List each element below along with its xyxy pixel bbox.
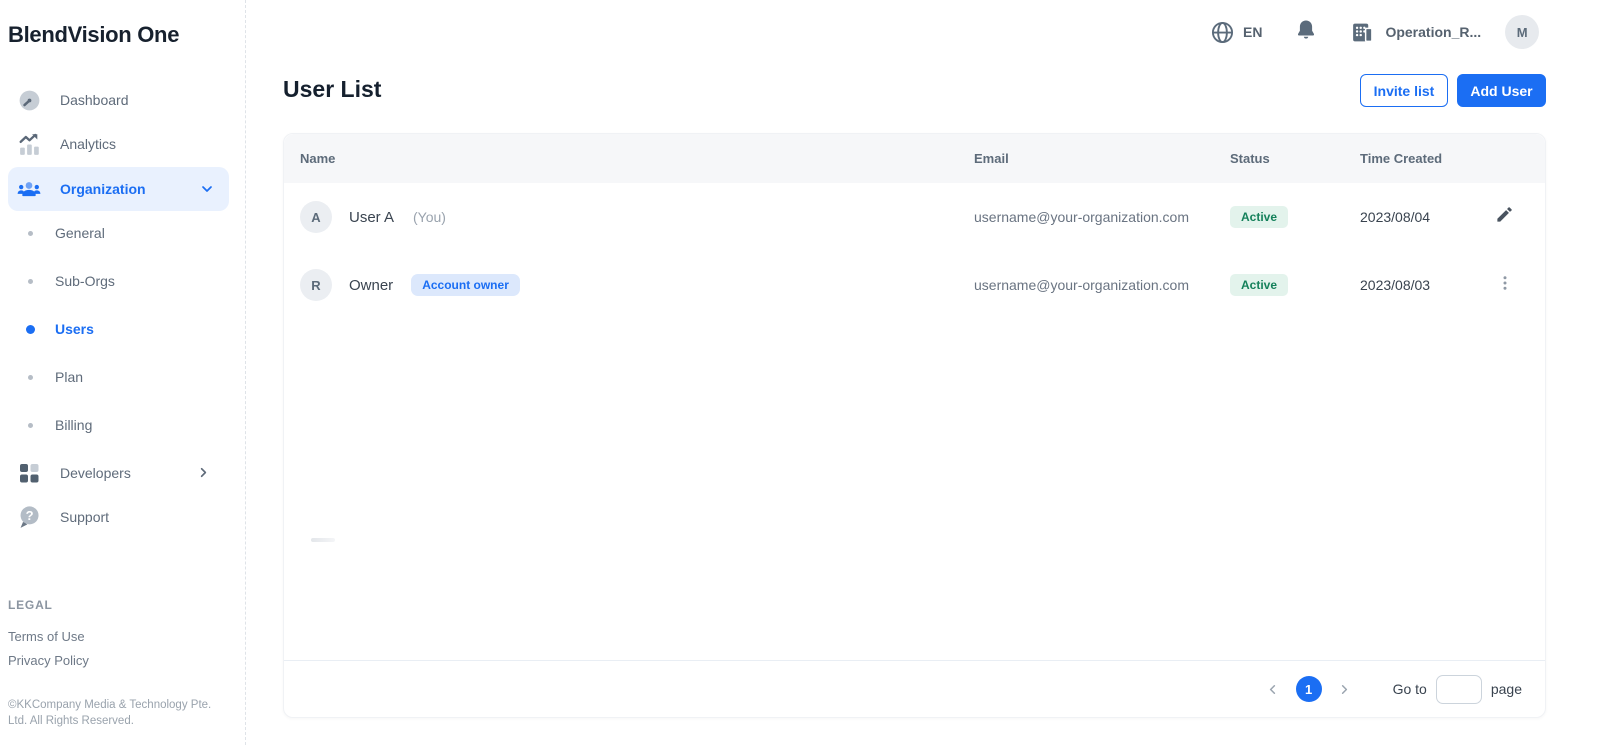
sidebar-label-dashboard: Dashboard — [60, 92, 129, 108]
app-logo: BlendVision One — [8, 22, 179, 48]
user-email: username@your-organization.com — [974, 209, 1230, 225]
sidebar-item-support[interactable]: ? Support — [0, 495, 246, 539]
goto-label: Go to — [1393, 681, 1427, 697]
sidebar-item-analytics[interactable]: Analytics — [0, 122, 246, 166]
chevron-right-icon — [196, 465, 211, 485]
sidebar-item-users[interactable]: Users — [0, 307, 246, 351]
column-header-email: Email — [974, 151, 1230, 166]
bullet-icon — [26, 325, 35, 334]
sidebar-item-sub-orgs[interactable]: Sub-Orgs — [0, 259, 246, 303]
legal-heading: LEGAL — [8, 598, 53, 612]
next-page-button[interactable] — [1333, 677, 1357, 701]
sidebar-label-analytics: Analytics — [60, 136, 116, 152]
globe-icon — [1210, 20, 1235, 45]
status-badge: Active — [1230, 206, 1288, 228]
page-label: page — [1491, 681, 1522, 697]
language-label: EN — [1243, 24, 1262, 40]
sidebar-item-billing[interactable]: Billing — [0, 403, 246, 447]
bullet-icon — [28, 279, 33, 284]
company-building-icon — [1350, 20, 1375, 45]
sidebar-item-organization[interactable]: Organization — [8, 167, 229, 211]
chevron-down-icon — [199, 181, 215, 202]
user-table-card: Name Email Status Time Created A User A … — [283, 133, 1546, 718]
column-header-status: Status — [1230, 151, 1360, 166]
avatar: A — [300, 201, 332, 233]
bullet-icon — [28, 423, 33, 428]
pencil-icon — [1495, 205, 1514, 229]
sidebar-label-users: Users — [55, 321, 94, 337]
page-title: User List — [283, 76, 381, 103]
sidebar-label-plan: Plan — [55, 369, 83, 385]
kebab-menu-icon — [1496, 274, 1514, 297]
table-row: R Owner Account owner username@your-orga… — [284, 251, 1545, 319]
status-badge: Active — [1230, 274, 1288, 296]
invite-list-button[interactable]: Invite list — [1360, 74, 1448, 107]
language-selector[interactable]: EN — [1210, 20, 1262, 45]
previous-page-button[interactable] — [1261, 677, 1285, 701]
sidebar-item-developers[interactable]: Developers — [0, 451, 246, 495]
pagination-bar: 1 Go to page — [284, 660, 1545, 717]
sidebar-label-organization: Organization — [60, 181, 146, 197]
user-name: User A — [349, 209, 394, 226]
sidebar: BlendVision One Dashboard Analytics Orga… — [0, 0, 246, 745]
bell-icon — [1294, 18, 1318, 47]
user-email: username@your-organization.com — [974, 277, 1230, 293]
sidebar-label-general: General — [55, 225, 105, 241]
column-header-time-created: Time Created — [1360, 151, 1464, 166]
avatar: R — [300, 269, 332, 301]
sidebar-item-general[interactable]: General — [0, 211, 246, 255]
bullet-icon — [28, 231, 33, 236]
privacy-policy-link[interactable]: Privacy Policy — [8, 653, 89, 668]
svg-text:?: ? — [26, 508, 34, 523]
loading-artifact — [311, 538, 335, 542]
organization-switcher[interactable]: Operation_R... — [1350, 20, 1481, 45]
sidebar-item-dashboard[interactable]: Dashboard — [0, 78, 246, 122]
sidebar-label-billing: Billing — [55, 417, 92, 433]
developers-grid-icon — [16, 460, 42, 486]
analytics-chart-icon — [16, 131, 42, 157]
you-indicator: (You) — [413, 209, 446, 225]
time-created: 2023/08/03 — [1360, 277, 1464, 293]
row-actions-menu-button[interactable] — [1464, 274, 1545, 297]
user-avatar[interactable]: M — [1505, 15, 1539, 49]
support-question-icon: ? — [16, 504, 42, 530]
organization-name: Operation_R... — [1385, 24, 1481, 40]
page-number-button[interactable]: 1 — [1296, 676, 1322, 702]
sidebar-label-developers: Developers — [60, 465, 131, 481]
sidebar-item-plan[interactable]: Plan — [0, 355, 246, 399]
edit-user-button[interactable] — [1464, 205, 1545, 229]
table-row: A User A (You) username@your-organizatio… — [284, 183, 1545, 251]
notifications-button[interactable] — [1294, 18, 1318, 47]
add-user-button[interactable]: Add User — [1457, 74, 1546, 107]
dashboard-gauge-icon — [16, 87, 42, 113]
top-bar: EN Operation_R... M — [1210, 14, 1539, 50]
account-owner-badge: Account owner — [411, 274, 520, 296]
sidebar-label-sub-orgs: Sub-Orgs — [55, 273, 115, 289]
copyright-text: ©KKCompany Media & Technology Pte. Ltd. … — [8, 697, 218, 729]
terms-of-use-link[interactable]: Terms of Use — [8, 629, 85, 644]
time-created: 2023/08/04 — [1360, 209, 1464, 225]
bullet-icon — [28, 375, 33, 380]
table-header-row: Name Email Status Time Created — [284, 134, 1545, 183]
user-name: Owner — [349, 277, 393, 294]
organization-people-icon — [16, 176, 42, 202]
sidebar-label-support: Support — [60, 509, 109, 525]
column-header-name: Name — [284, 151, 974, 166]
goto-page-input[interactable] — [1436, 675, 1482, 704]
